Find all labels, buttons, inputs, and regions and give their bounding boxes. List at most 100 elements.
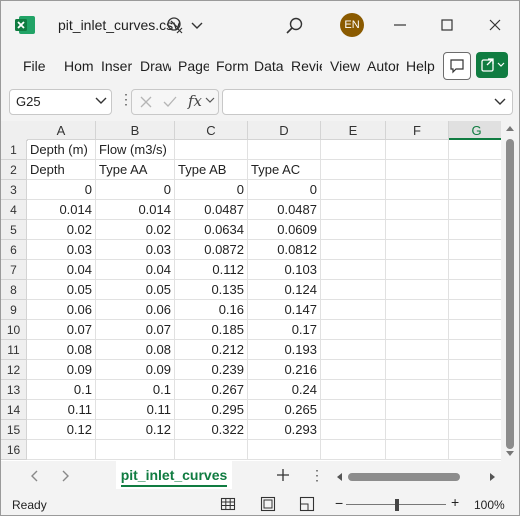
cell-b3[interactable]: 0 [96, 180, 175, 200]
cell-a6[interactable]: 0.03 [27, 240, 96, 260]
menu-insert[interactable]: Inser [101, 58, 133, 74]
cell-b16[interactable] [96, 440, 175, 460]
cell-g8[interactable] [449, 280, 501, 300]
cell-c4[interactable]: 0.0487 [175, 200, 248, 220]
cell-g2[interactable] [449, 160, 501, 180]
cell-e4[interactable] [321, 200, 386, 220]
cell-c13[interactable]: 0.267 [175, 380, 248, 400]
zoom-out-icon[interactable]: − [335, 495, 343, 511]
cell-d10[interactable]: 0.17 [248, 320, 321, 340]
horizontal-scrollbar[interactable] [334, 471, 504, 483]
column-header-d[interactable]: D [248, 121, 321, 140]
column-header-c[interactable]: C [175, 121, 248, 140]
cell-e15[interactable] [321, 420, 386, 440]
cell-c5[interactable]: 0.0634 [175, 220, 248, 240]
cell-e12[interactable] [321, 360, 386, 380]
insert-function-icon[interactable]: fx [188, 92, 202, 110]
cell-f10[interactable] [386, 320, 449, 340]
cell-e16[interactable] [321, 440, 386, 460]
cell-g15[interactable] [449, 420, 501, 440]
maximize-icon[interactable] [437, 15, 457, 35]
cell-d11[interactable]: 0.193 [248, 340, 321, 360]
minimize-icon[interactable] [390, 15, 410, 35]
cell-f7[interactable] [386, 260, 449, 280]
cell-e14[interactable] [321, 400, 386, 420]
cell-g3[interactable] [449, 180, 501, 200]
column-header-b[interactable]: B [96, 121, 175, 140]
row-header-2[interactable]: 2 [1, 160, 27, 180]
row-header-6[interactable]: 6 [1, 240, 27, 260]
cell-b4[interactable]: 0.014 [96, 200, 175, 220]
cell-d4[interactable]: 0.0487 [248, 200, 321, 220]
cell-g6[interactable] [449, 240, 501, 260]
cell-d15[interactable]: 0.293 [248, 420, 321, 440]
cell-g4[interactable] [449, 200, 501, 220]
menu-file[interactable]: File [23, 58, 46, 74]
cell-c1[interactable] [175, 140, 248, 160]
chevron-down-icon[interactable] [187, 15, 207, 35]
cell-c8[interactable]: 0.135 [175, 280, 248, 300]
cell-b8[interactable]: 0.05 [96, 280, 175, 300]
prev-sheet-icon[interactable] [29, 469, 41, 483]
cell-e6[interactable] [321, 240, 386, 260]
cell-a15[interactable]: 0.12 [27, 420, 96, 440]
cell-c12[interactable]: 0.239 [175, 360, 248, 380]
cell-d12[interactable]: 0.216 [248, 360, 321, 380]
row-header-1[interactable]: 1 [1, 140, 27, 160]
vertical-scrollbar[interactable] [502, 121, 519, 461]
close-icon[interactable] [485, 15, 505, 35]
cell-b1[interactable]: Flow (m3/s) [96, 140, 175, 160]
cell-a7[interactable]: 0.04 [27, 260, 96, 280]
share-button[interactable] [476, 52, 508, 78]
sheet-options-icon[interactable]: ⋮ [310, 467, 324, 484]
cell-d2[interactable]: Type AC [248, 160, 321, 180]
cell-g7[interactable] [449, 260, 501, 280]
sheet-tab-active[interactable]: pit_inlet_curves [116, 461, 232, 489]
row-header-13[interactable]: 13 [1, 380, 27, 400]
cell-f6[interactable] [386, 240, 449, 260]
cell-g9[interactable] [449, 300, 501, 320]
cell-f1[interactable] [386, 140, 449, 160]
scroll-right-icon[interactable] [488, 472, 498, 482]
cell-c6[interactable]: 0.0872 [175, 240, 248, 260]
vertical-scroll-thumb[interactable] [506, 139, 514, 449]
cell-c15[interactable]: 0.322 [175, 420, 248, 440]
scroll-down-icon[interactable] [505, 449, 515, 459]
row-header-11[interactable]: 11 [1, 340, 27, 360]
cell-f5[interactable] [386, 220, 449, 240]
cell-f16[interactable] [386, 440, 449, 460]
menu-view[interactable]: View [330, 58, 360, 74]
row-header-4[interactable]: 4 [1, 200, 27, 220]
spreadsheet-grid[interactable]: A B C D E F G 1 Depth (m) Flow (m3/s) 2 Depth Type A… [1, 121, 501, 461]
row-header-14[interactable]: 14 [1, 400, 27, 420]
cell-b11[interactable]: 0.08 [96, 340, 175, 360]
enter-check-icon[interactable] [162, 94, 178, 110]
cell-g12[interactable] [449, 360, 501, 380]
cell-g1[interactable] [449, 140, 501, 160]
cell-c11[interactable]: 0.212 [175, 340, 248, 360]
cell-b14[interactable]: 0.11 [96, 400, 175, 420]
expand-chevron-icon[interactable] [494, 97, 506, 107]
next-sheet-icon[interactable] [59, 469, 71, 483]
cell-d7[interactable]: 0.103 [248, 260, 321, 280]
scroll-left-icon[interactable] [334, 472, 344, 482]
cancel-icon[interactable] [138, 94, 154, 110]
cell-b13[interactable]: 0.1 [96, 380, 175, 400]
user-avatar[interactable]: EN [340, 13, 364, 37]
cell-f9[interactable] [386, 300, 449, 320]
row-header-3[interactable]: 3 [1, 180, 27, 200]
cell-d13[interactable]: 0.24 [248, 380, 321, 400]
comments-button[interactable] [443, 52, 471, 80]
cell-b6[interactable]: 0.03 [96, 240, 175, 260]
cell-d8[interactable]: 0.124 [248, 280, 321, 300]
chevron-down-icon[interactable] [205, 97, 215, 105]
cell-e9[interactable] [321, 300, 386, 320]
cell-a10[interactable]: 0.07 [27, 320, 96, 340]
cell-b2[interactable]: Type AA [96, 160, 175, 180]
cell-f4[interactable] [386, 200, 449, 220]
cell-e11[interactable] [321, 340, 386, 360]
cell-a9[interactable]: 0.06 [27, 300, 96, 320]
menu-draw[interactable]: Draw [140, 58, 171, 74]
autosave-off-icon[interactable] [165, 15, 185, 35]
cell-b7[interactable]: 0.04 [96, 260, 175, 280]
